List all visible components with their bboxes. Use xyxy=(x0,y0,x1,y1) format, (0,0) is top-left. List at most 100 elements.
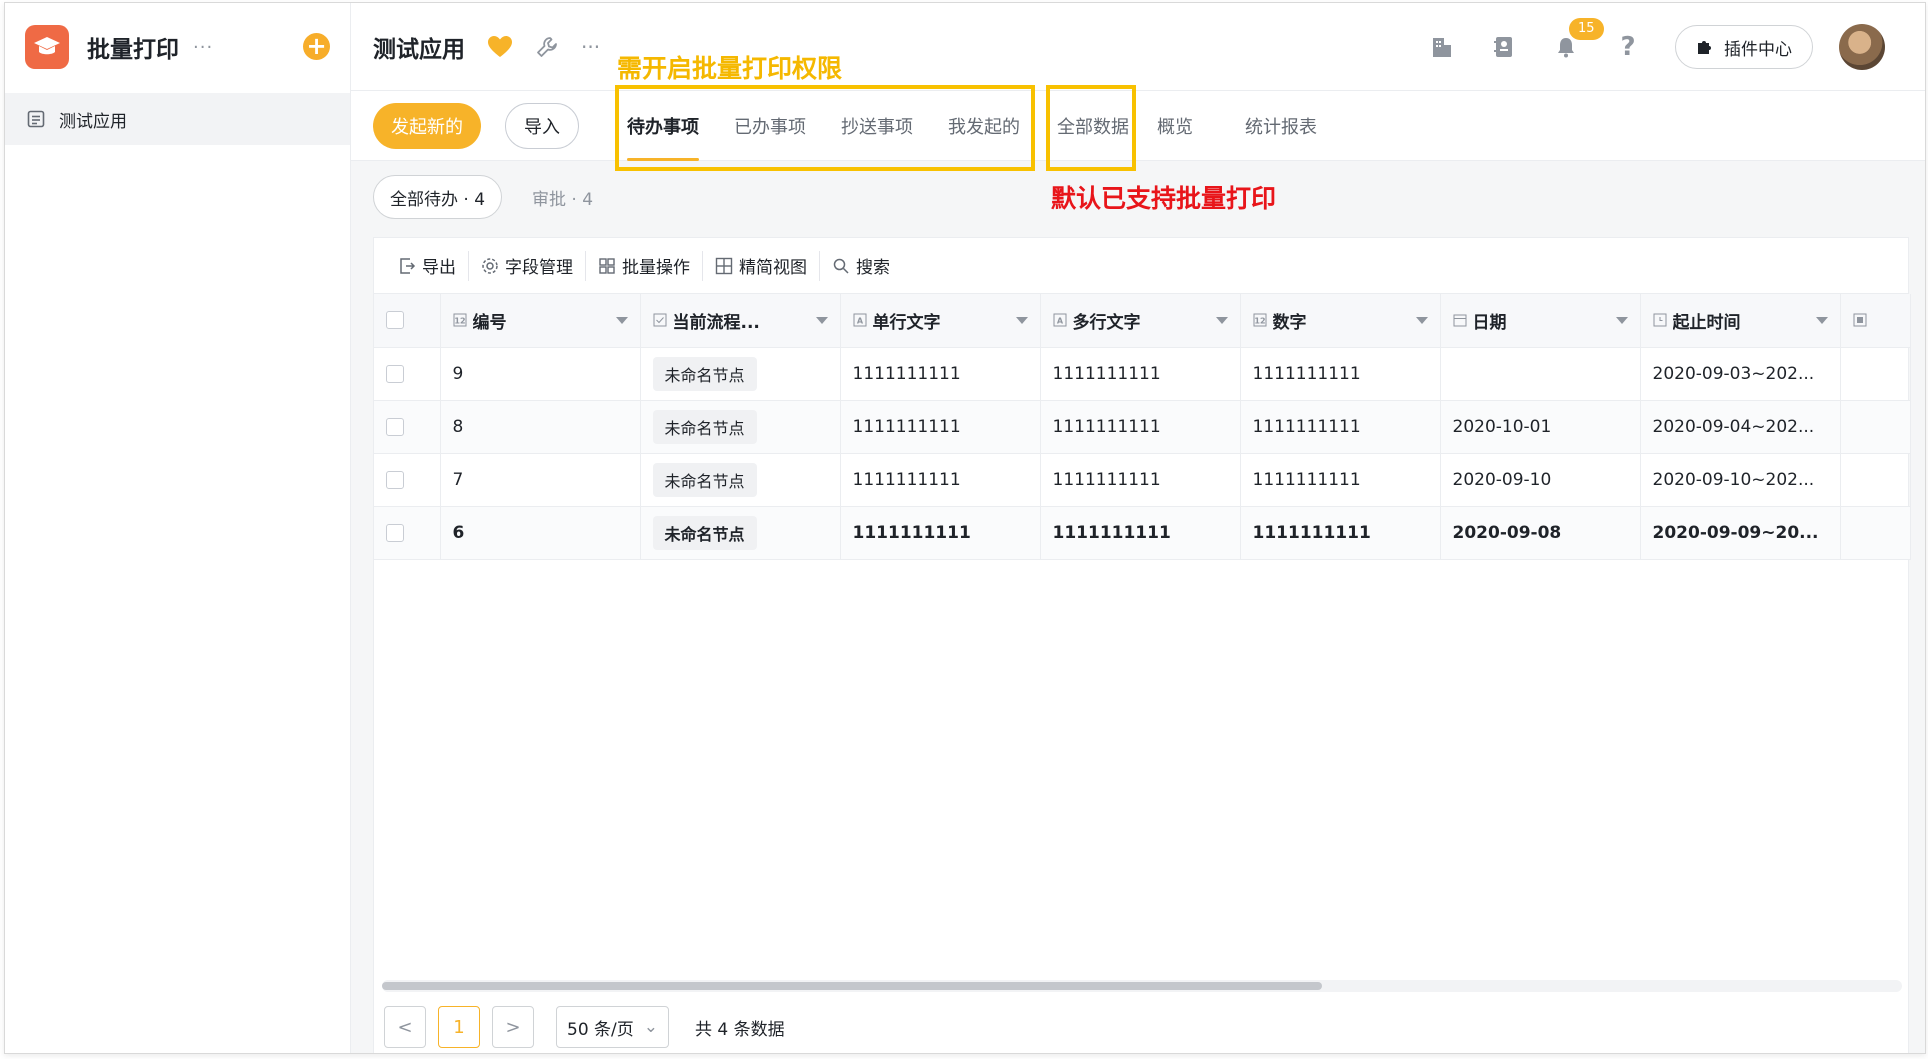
notification-bell-icon[interactable]: 15 xyxy=(1551,18,1604,62)
gear-icon xyxy=(482,257,498,274)
help-icon[interactable]: ? xyxy=(1613,32,1643,62)
svg-text:A: A xyxy=(856,317,863,326)
notification-count-badge: 15 xyxy=(1569,18,1604,40)
filter-all-pending[interactable]: 全部待办 · 4 xyxy=(373,175,503,219)
column-sort-caret-icon[interactable] xyxy=(1415,316,1428,324)
flow-node-tag: 未命名节点 xyxy=(652,462,757,497)
cell-id: 7 xyxy=(440,453,641,507)
table-header-row: 12 编号 当前流程... A 单行文字 A 多行文字 12 数字 日期 起止时间 xyxy=(374,294,1911,348)
row-checkbox[interactable] xyxy=(386,470,404,489)
cell-id: 9 xyxy=(440,347,641,401)
clock-icon xyxy=(1653,313,1666,327)
app-more-button[interactable]: ··· xyxy=(193,37,213,58)
column-sort-caret-icon[interactable] xyxy=(1815,316,1828,324)
page-size-select[interactable]: 50 条/页 ⌄ xyxy=(556,1006,670,1048)
table-row[interactable]: 6 未命名节点 1111111111 1111111111 1111111111… xyxy=(374,506,1911,560)
cell-time-range: 2020-09-09~20... xyxy=(1640,506,1841,560)
cell-date xyxy=(1440,347,1641,401)
export-button[interactable]: 导出 xyxy=(386,250,469,281)
sidebar-header: 批量打印 ··· + xyxy=(5,3,350,91)
contacts-icon[interactable] xyxy=(1489,32,1519,62)
building-icon[interactable] xyxy=(1427,32,1457,62)
row-checkbox[interactable] xyxy=(386,523,404,542)
column-sort-caret-icon[interactable] xyxy=(815,316,828,324)
export-icon xyxy=(400,257,416,274)
field-management-button[interactable]: 字段管理 xyxy=(469,250,586,281)
flow-node-tag: 未命名节点 xyxy=(652,515,757,550)
annotation-box-all-data xyxy=(1046,85,1136,171)
row-select-cell xyxy=(374,453,441,507)
top-header: 测试应用 ··· 15 ? 插件中心 xyxy=(351,3,1925,91)
wrench-icon[interactable] xyxy=(535,35,559,59)
cell-date: 2020-10-01 xyxy=(1440,400,1641,454)
svg-text:A: A xyxy=(1056,317,1063,326)
row-checkbox[interactable] xyxy=(386,417,404,436)
calendar-icon xyxy=(1453,314,1466,327)
svg-text:12: 12 xyxy=(454,317,465,326)
annotation-box-tabs xyxy=(615,85,1035,171)
horizontal-scrollbar[interactable] xyxy=(382,980,1902,992)
compact-view-button[interactable]: 精简视图 xyxy=(703,250,820,281)
filter-approval[interactable]: 审批 · 4 xyxy=(532,185,593,210)
cell-overflow xyxy=(1840,347,1911,401)
row-checkbox[interactable] xyxy=(386,364,404,383)
search-icon xyxy=(833,258,849,274)
next-page-button[interactable]: > xyxy=(492,1006,534,1048)
tab-overview[interactable]: 概览 xyxy=(1157,91,1193,161)
more-options-button[interactable]: ··· xyxy=(581,35,600,59)
user-avatar[interactable] xyxy=(1839,24,1885,70)
data-table-card: 导出 字段管理 批量操作 精简视图 搜索 12 编号 当前流程... A 单行文… xyxy=(373,237,1911,1053)
column-header-multi-text[interactable]: A 多行文字 xyxy=(1040,294,1241,348)
app-window: 批量打印 ··· + 测试应用 测试应用 ··· 15 ? 插件中心 发起新的 … xyxy=(4,2,1926,1054)
cell-multi-text: 1111111111 xyxy=(1040,506,1241,560)
sidebar-item-test-app[interactable]: 测试应用 xyxy=(5,93,350,145)
header-tools: 15 ? 插件中心 xyxy=(1427,3,1925,91)
column-sort-caret-icon[interactable] xyxy=(1615,316,1628,324)
chevron-down-icon: ⌄ xyxy=(643,1017,659,1037)
column-sort-caret-icon[interactable] xyxy=(615,316,628,324)
column-header-number[interactable]: 12 数字 xyxy=(1240,294,1441,348)
page-title: 测试应用 xyxy=(373,36,465,63)
column-header-flow[interactable]: 当前流程... xyxy=(640,294,841,348)
app-logo xyxy=(25,25,69,69)
tab-reports[interactable]: 统计报表 xyxy=(1245,91,1317,161)
cell-multi-text: 1111111111 xyxy=(1040,453,1241,507)
import-button[interactable]: 导入 xyxy=(505,102,579,149)
column-sort-caret-icon[interactable] xyxy=(1015,316,1028,324)
scrollbar-thumb[interactable] xyxy=(382,982,1322,990)
prev-page-button[interactable]: < xyxy=(384,1006,426,1048)
table-row[interactable]: 8 未命名节点 1111111111 1111111111 1111111111… xyxy=(374,400,1911,454)
flow-node-tag: 未命名节点 xyxy=(652,409,757,444)
search-button[interactable]: 搜索 xyxy=(820,251,902,281)
page-1-button[interactable]: 1 xyxy=(438,1006,480,1048)
column-header-id[interactable]: 12 编号 xyxy=(440,294,641,348)
column-header-date[interactable]: 日期 xyxy=(1440,294,1641,348)
cell-id: 6 xyxy=(440,506,641,560)
field-management-label: 字段管理 xyxy=(505,258,573,278)
column-sort-caret-icon[interactable] xyxy=(1215,316,1228,324)
select-all-cell xyxy=(374,294,441,348)
column-header-single-text[interactable]: A 单行文字 xyxy=(840,294,1041,348)
cell-id: 8 xyxy=(440,400,641,454)
plugin-center-button[interactable]: 插件中心 xyxy=(1675,25,1813,69)
cell-flow: 未命名节点 xyxy=(640,347,841,401)
cell-overflow xyxy=(1840,506,1911,560)
cell-overflow xyxy=(1840,400,1911,454)
total-count: 共 4 条数据 xyxy=(695,1019,785,1040)
column-header-overflow[interactable] xyxy=(1840,294,1911,348)
puzzle-icon xyxy=(1698,41,1711,54)
select-all-checkbox[interactable] xyxy=(386,311,404,330)
create-new-button[interactable]: 发起新的 xyxy=(373,102,481,149)
table-view-icon xyxy=(715,257,733,274)
annotation-batch-permission: 需开启批量打印权限 xyxy=(617,54,843,83)
form-icon xyxy=(27,110,45,128)
table-row[interactable]: 9 未命名节点 1111111111 1111111111 1111111111… xyxy=(374,347,1911,401)
cell-multi-text: 1111111111 xyxy=(1040,400,1241,454)
batch-operation-button[interactable]: 批量操作 xyxy=(586,250,703,281)
grid-select-icon xyxy=(599,257,615,274)
cell-number: 1111111111 xyxy=(1240,453,1441,507)
favorite-heart-icon[interactable] xyxy=(487,35,513,59)
table-row[interactable]: 7 未命名节点 1111111111 1111111111 1111111111… xyxy=(374,453,1911,507)
column-header-time-range[interactable]: 起止时间 xyxy=(1640,294,1841,348)
add-page-button[interactable]: + xyxy=(303,33,330,60)
